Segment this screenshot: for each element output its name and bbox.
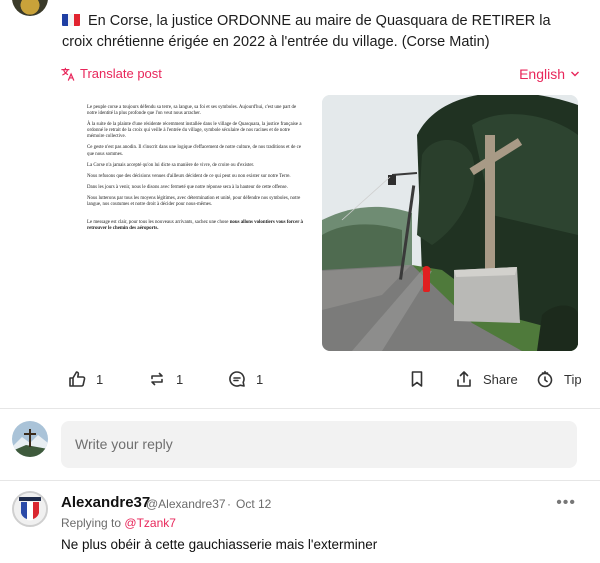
current-user-avatar[interactable] (12, 421, 48, 457)
post-media: Le peuple corse a toujours défendu sa te… (62, 95, 578, 351)
divider (0, 408, 600, 409)
post-actions: 1 1 1 Share Tip (62, 370, 582, 396)
share-label: Share (483, 371, 518, 387)
divider (0, 480, 600, 481)
translate-post-link[interactable]: Translate post (61, 66, 162, 81)
translate-label: Translate post (80, 66, 162, 81)
doc-paragraph: La Corse n'a jamais accepté qu'on lui di… (87, 162, 255, 168)
comment-date[interactable]: Oct 12 (236, 497, 271, 511)
repost-button[interactable]: 1 (148, 370, 183, 388)
tip-icon (537, 370, 553, 388)
language-selector[interactable]: English (519, 66, 580, 82)
repost-icon (151, 372, 163, 386)
replying-to-link[interactable]: @Tzank7 (124, 516, 176, 530)
like-count: 1 (96, 371, 104, 387)
cross-photo[interactable] (322, 95, 578, 351)
cross-landscape-avatar-icon (12, 421, 48, 457)
post-body: En Corse, la justice ORDONNE au maire de… (62, 11, 582, 53)
doc-paragraph: Ce geste n'est pas anodin. Il s'inscrit … (87, 145, 302, 157)
reply-placeholder: Write your reply (75, 436, 173, 452)
post-text: En Corse, la justice ORDONNE au maire de… (62, 13, 551, 50)
bookmark-button[interactable] (408, 370, 426, 388)
doc-paragraph: Dans les jours à venir, nous le disons a… (87, 184, 288, 190)
comment-icon (229, 371, 245, 387)
separator-dot: · (227, 497, 231, 511)
like-button[interactable]: 1 (68, 370, 103, 388)
doc-paragraph: Le peuple corse a toujours défendu sa te… (87, 105, 297, 117)
replying-to: Replying to @Tzank7 (61, 516, 176, 530)
statement-document-image[interactable]: Le peuple corse a toujours défendu sa te… (62, 95, 318, 351)
replying-prefix: Replying to (61, 516, 122, 530)
tip-button[interactable]: Tip (536, 370, 582, 388)
share-icon (457, 371, 471, 387)
share-button[interactable]: Share (455, 370, 518, 388)
comment-text: Ne plus obéir à cette gauchiasserie mais… (61, 537, 378, 552)
thumbs-up-icon (69, 371, 86, 387)
language-label: English (519, 66, 565, 82)
reply-button[interactable]: 1 (228, 370, 263, 388)
tip-label: Tip (564, 371, 582, 387)
repost-count: 1 (176, 371, 184, 387)
reply-count: 1 (256, 371, 264, 387)
comment-author-name[interactable]: Alexandre37 (61, 494, 150, 511)
doc-paragraph: Nous refusons que des décisions venues d… (87, 173, 291, 179)
translate-icon (61, 67, 75, 81)
bookmark-icon (411, 371, 423, 387)
doc-paragraph: Nous lutterons par tous les moyens légit… (87, 195, 301, 208)
doc-closing: Le message est clair, pour tous les nouv… (87, 220, 304, 232)
more-options-icon[interactable]: ••• (556, 494, 576, 512)
doc-paragraph: À la suite de la plainte d'une résidente… (87, 122, 302, 140)
france-shield-avatar-icon (14, 493, 46, 525)
comment-author-avatar[interactable] (12, 491, 48, 527)
doc-closing-text: Le message est clair, pour tous les nouv… (87, 220, 229, 226)
flag-france-icon (62, 13, 80, 26)
chevron-down-icon (571, 71, 579, 77)
comment-author-handle[interactable]: @Alexandre37 (146, 497, 226, 511)
cross-photo-image (322, 95, 578, 351)
reply-input[interactable]: Write your reply (61, 421, 577, 468)
previous-author-avatar[interactable] (12, 0, 48, 16)
